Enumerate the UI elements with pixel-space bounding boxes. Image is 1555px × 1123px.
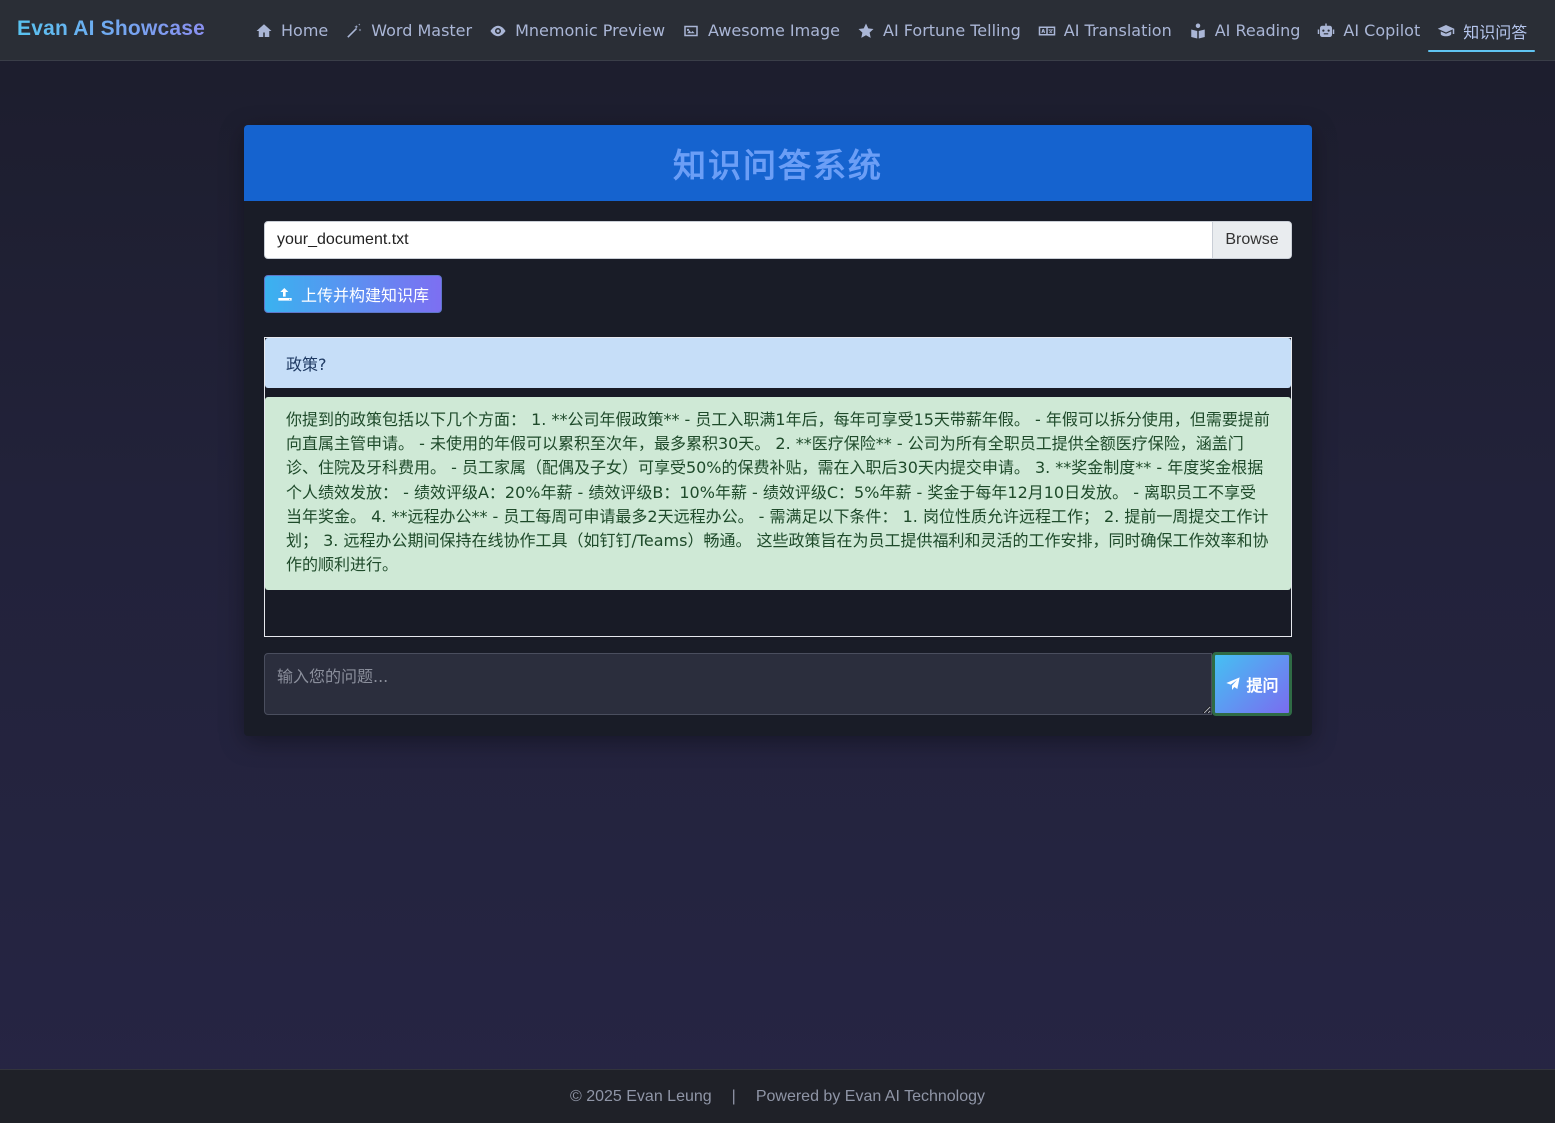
bot-message: 你提到的政策包括以下几个方面： 1. **公司年假政策** - 员工入职满1年后… bbox=[265, 397, 1291, 590]
nav-item-ai-fortune-telling[interactable]: AI Fortune Telling bbox=[848, 0, 1029, 61]
nav-item-mnemonic-preview[interactable]: Mnemonic Preview bbox=[480, 0, 673, 61]
nav-item-ai-translation[interactable]: AI Translation bbox=[1029, 0, 1180, 61]
card-header: 知识问答系统 bbox=[244, 125, 1312, 201]
footer-powered-by: Powered by Evan AI Technology bbox=[755, 1087, 986, 1105]
paper-plane-icon bbox=[1226, 677, 1241, 690]
footer-copyright: © 2025 Evan Leung bbox=[569, 1087, 712, 1105]
nav-item-label: Word Master bbox=[371, 21, 473, 40]
nav-item-label: AI Translation bbox=[1063, 21, 1172, 40]
nav-item-label: Awesome Image bbox=[708, 21, 841, 40]
nav-item-knowledge-qa[interactable]: 知识问答 bbox=[1428, 0, 1536, 61]
ask-button-label: 提问 bbox=[1246, 676, 1279, 695]
nav-item-label: AI Copilot bbox=[1343, 21, 1421, 40]
nav-item-label: AI Reading bbox=[1214, 21, 1301, 40]
eye-icon bbox=[488, 21, 508, 41]
nav-item-word-master[interactable]: Word Master bbox=[336, 0, 480, 61]
upload-icon bbox=[278, 288, 292, 301]
question-input[interactable] bbox=[264, 653, 1212, 715]
file-picker[interactable]: your_document.txt Browse bbox=[264, 221, 1292, 259]
file-name-field[interactable]: your_document.txt bbox=[265, 222, 1212, 258]
top-navbar: Evan AI Showcase Home Word Master Mnemon… bbox=[0, 0, 1555, 61]
nav-item-ai-copilot[interactable]: AI Copilot bbox=[1308, 0, 1428, 61]
nav-item-home[interactable]: Home bbox=[254, 0, 336, 61]
nav-item-label: AI Fortune Telling bbox=[883, 21, 1021, 40]
footer-separator: | bbox=[731, 1087, 736, 1105]
language-icon bbox=[1037, 21, 1057, 41]
user-message-text: 政策? bbox=[286, 355, 327, 374]
nav-item-label: Home bbox=[281, 21, 329, 40]
star-icon bbox=[856, 21, 876, 41]
user-message: 政策? bbox=[265, 338, 1291, 388]
robot-icon bbox=[1316, 21, 1336, 41]
book-reader-icon bbox=[1188, 21, 1208, 41]
browse-button[interactable]: Browse bbox=[1212, 222, 1291, 258]
question-row: 提问 bbox=[264, 652, 1292, 716]
nav-item-label: 知识问答 bbox=[1463, 22, 1528, 42]
brand-logo[interactable]: Evan AI Showcase bbox=[17, 17, 205, 41]
chat-history[interactable]: 政策? 你提到的政策包括以下几个方面： 1. **公司年假政策** - 员工入职… bbox=[264, 337, 1292, 637]
home-icon bbox=[254, 21, 274, 41]
image-icon bbox=[681, 21, 701, 41]
magic-wand-icon bbox=[344, 21, 364, 41]
nav-item-label: Mnemonic Preview bbox=[515, 21, 666, 40]
footer: © 2025 Evan Leung | Powered by Evan AI T… bbox=[0, 1069, 1555, 1123]
bot-message-text: 你提到的政策包括以下几个方面： 1. **公司年假政策** - 员工入职满1年后… bbox=[286, 410, 1270, 575]
graduation-cap-icon bbox=[1436, 21, 1456, 41]
nav-item-awesome-image[interactable]: Awesome Image bbox=[673, 0, 848, 61]
ask-button[interactable]: 提问 bbox=[1212, 652, 1292, 716]
knowledge-qa-card: 知识问答系统 your_document.txt Browse 上传并构建知识库… bbox=[244, 125, 1312, 736]
nav-item-ai-reading[interactable]: AI Reading bbox=[1180, 0, 1309, 61]
nav-menu: Home Word Master Mnemonic Preview Awesom… bbox=[254, 0, 1536, 61]
upload-button-label: 上传并构建知识库 bbox=[300, 286, 429, 305]
page-title: 知识问答系统 bbox=[673, 146, 883, 185]
upload-build-button[interactable]: 上传并构建知识库 bbox=[264, 275, 442, 313]
